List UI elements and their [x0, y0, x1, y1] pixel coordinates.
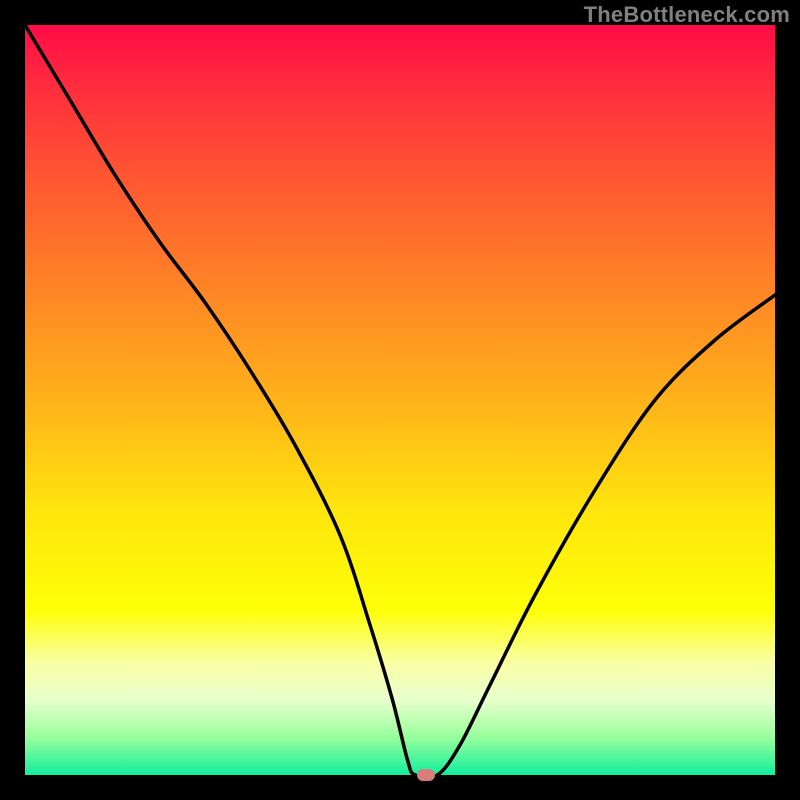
chart-frame: TheBottleneck.com — [0, 0, 800, 800]
minimum-marker — [417, 769, 435, 781]
plot-area — [25, 25, 775, 775]
bottleneck-curve — [25, 25, 775, 775]
